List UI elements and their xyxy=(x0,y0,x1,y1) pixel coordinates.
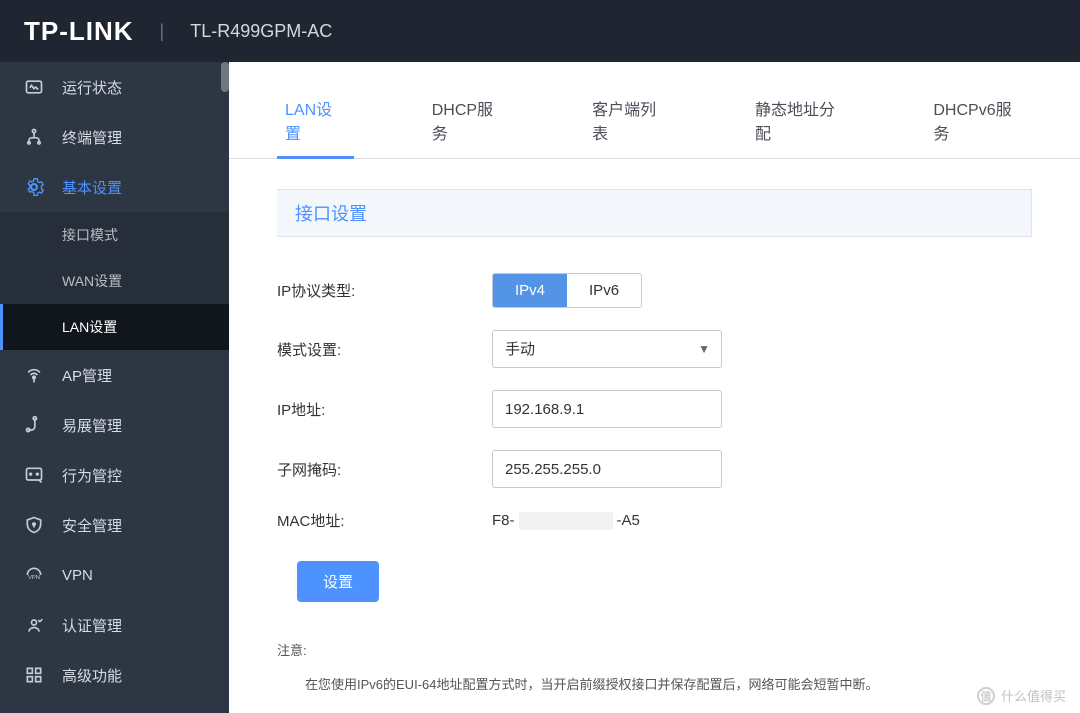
sidebar-item-label: 行为管控 xyxy=(62,465,122,486)
shield-icon xyxy=(24,515,44,535)
mac-redacted xyxy=(519,512,613,530)
tab-dhcpv6-service[interactable]: DHCPv6服务 xyxy=(925,86,1032,158)
status-icon xyxy=(24,77,44,97)
sidebar-item-label: 终端管理 xyxy=(62,127,122,148)
sidebar-item-ap[interactable]: AP管理 xyxy=(0,350,229,400)
device-model: TL-R499GPM-AC xyxy=(190,21,332,42)
vpn-icon: VPN xyxy=(24,565,44,585)
ip-address-input[interactable] xyxy=(492,390,722,428)
protocol-ipv4-button[interactable]: IPv4 xyxy=(493,274,567,307)
sidebar-item-basic-settings[interactable]: 基本设置 xyxy=(0,162,229,212)
auth-icon xyxy=(24,615,44,635)
sidebar-item-label: 安全管理 xyxy=(62,515,122,536)
sidebar-item-label: 运行状态 xyxy=(62,77,122,98)
sidebar-sub-lan-settings[interactable]: LAN设置 xyxy=(0,304,229,350)
grid-icon xyxy=(24,665,44,685)
header-separator: | xyxy=(160,21,165,42)
tab-static-addr[interactable]: 静态地址分配 xyxy=(747,86,855,158)
brand-logo: TP-LINK xyxy=(24,16,134,47)
main-pane: LAN设置 DHCP服务 客户端列表 静态地址分配 DHCPv6服务 接口设置 … xyxy=(229,62,1080,713)
tab-lan-settings[interactable]: LAN设置 xyxy=(277,86,354,158)
protocol-segmented-control: IPv4 IPv6 xyxy=(492,273,642,308)
tab-client-list[interactable]: 客户端列表 xyxy=(584,86,677,158)
terminal-icon xyxy=(24,127,44,147)
watermark-text: 什么值得买 xyxy=(1001,686,1066,705)
sidebar: 运行状态 终端管理 基本设置 接口模式 WAN设置 LAN设置 AP管理 xyxy=(0,62,229,713)
gear-icon xyxy=(24,177,44,197)
antenna-icon xyxy=(24,365,44,385)
submit-button[interactable]: 设置 xyxy=(297,561,379,602)
sidebar-item-label: 易展管理 xyxy=(62,415,122,436)
sidebar-item-label: 基本设置 xyxy=(62,177,122,198)
label-mask: 子网掩码: xyxy=(277,459,492,480)
behavior-icon xyxy=(24,465,44,485)
note-title: 注意: xyxy=(277,640,1032,659)
sidebar-item-advanced[interactable]: 高级功能 xyxy=(0,650,229,700)
sidebar-item-status[interactable]: 运行状态 xyxy=(0,62,229,112)
sidebar-item-behavior[interactable]: 行为管控 xyxy=(0,450,229,500)
svg-text:VPN: VPN xyxy=(28,575,40,581)
mac-prefix: F8- xyxy=(492,512,515,529)
sidebar-sub-wan-settings[interactable]: WAN设置 xyxy=(0,258,229,304)
label-mac: MAC地址: xyxy=(277,510,492,531)
content-area: 接口设置 IP协议类型: IPv4 IPv6 模式设置: 手动 ▼ IP地址 xyxy=(229,159,1080,713)
tab-bar: LAN设置 DHCP服务 客户端列表 静态地址分配 DHCPv6服务 xyxy=(229,62,1080,159)
note-section: 注意: 在您使用IPv6的EUI-64地址配置方式时，当开启前缀授权接口并保存配… xyxy=(277,640,1032,696)
note-body: 在您使用IPv6的EUI-64地址配置方式时，当开启前缀授权接口并保存配置后，网… xyxy=(277,673,1032,696)
header-bar: TP-LINK | TL-R499GPM-AC xyxy=(0,0,1080,62)
watermark: 值 什么值得买 xyxy=(977,686,1066,705)
sidebar-item-label: 认证管理 xyxy=(62,615,122,636)
sidebar-item-label: AP管理 xyxy=(62,365,112,386)
label-protocol: IP协议类型: xyxy=(277,280,492,301)
sidebar-item-label: 高级功能 xyxy=(62,665,122,686)
mac-address-value: F8- -A5 xyxy=(492,512,640,530)
mode-select[interactable]: 手动 xyxy=(492,330,722,368)
sidebar-item-terminal[interactable]: 终端管理 xyxy=(0,112,229,162)
tab-dhcp-service[interactable]: DHCP服务 xyxy=(424,86,514,158)
sidebar-item-security[interactable]: 安全管理 xyxy=(0,500,229,550)
sidebar-scrollbar-thumb[interactable] xyxy=(221,62,229,92)
mesh-icon xyxy=(24,415,44,435)
sidebar-item-vpn[interactable]: VPN VPN xyxy=(0,550,229,600)
subnet-mask-input[interactable] xyxy=(492,450,722,488)
sidebar-item-label: VPN xyxy=(62,567,93,584)
watermark-icon: 值 xyxy=(977,687,995,705)
mac-suffix: -A5 xyxy=(617,512,640,529)
label-ip: IP地址: xyxy=(277,399,492,420)
label-mode: 模式设置: xyxy=(277,339,492,360)
sidebar-item-mesh[interactable]: 易展管理 xyxy=(0,400,229,450)
sidebar-item-auth[interactable]: 认证管理 xyxy=(0,600,229,650)
sidebar-scrollbar-track[interactable] xyxy=(221,62,229,713)
sidebar-sub-interface-mode[interactable]: 接口模式 xyxy=(0,212,229,258)
protocol-ipv6-button[interactable]: IPv6 xyxy=(567,274,641,307)
panel-title: 接口设置 xyxy=(277,189,1032,237)
